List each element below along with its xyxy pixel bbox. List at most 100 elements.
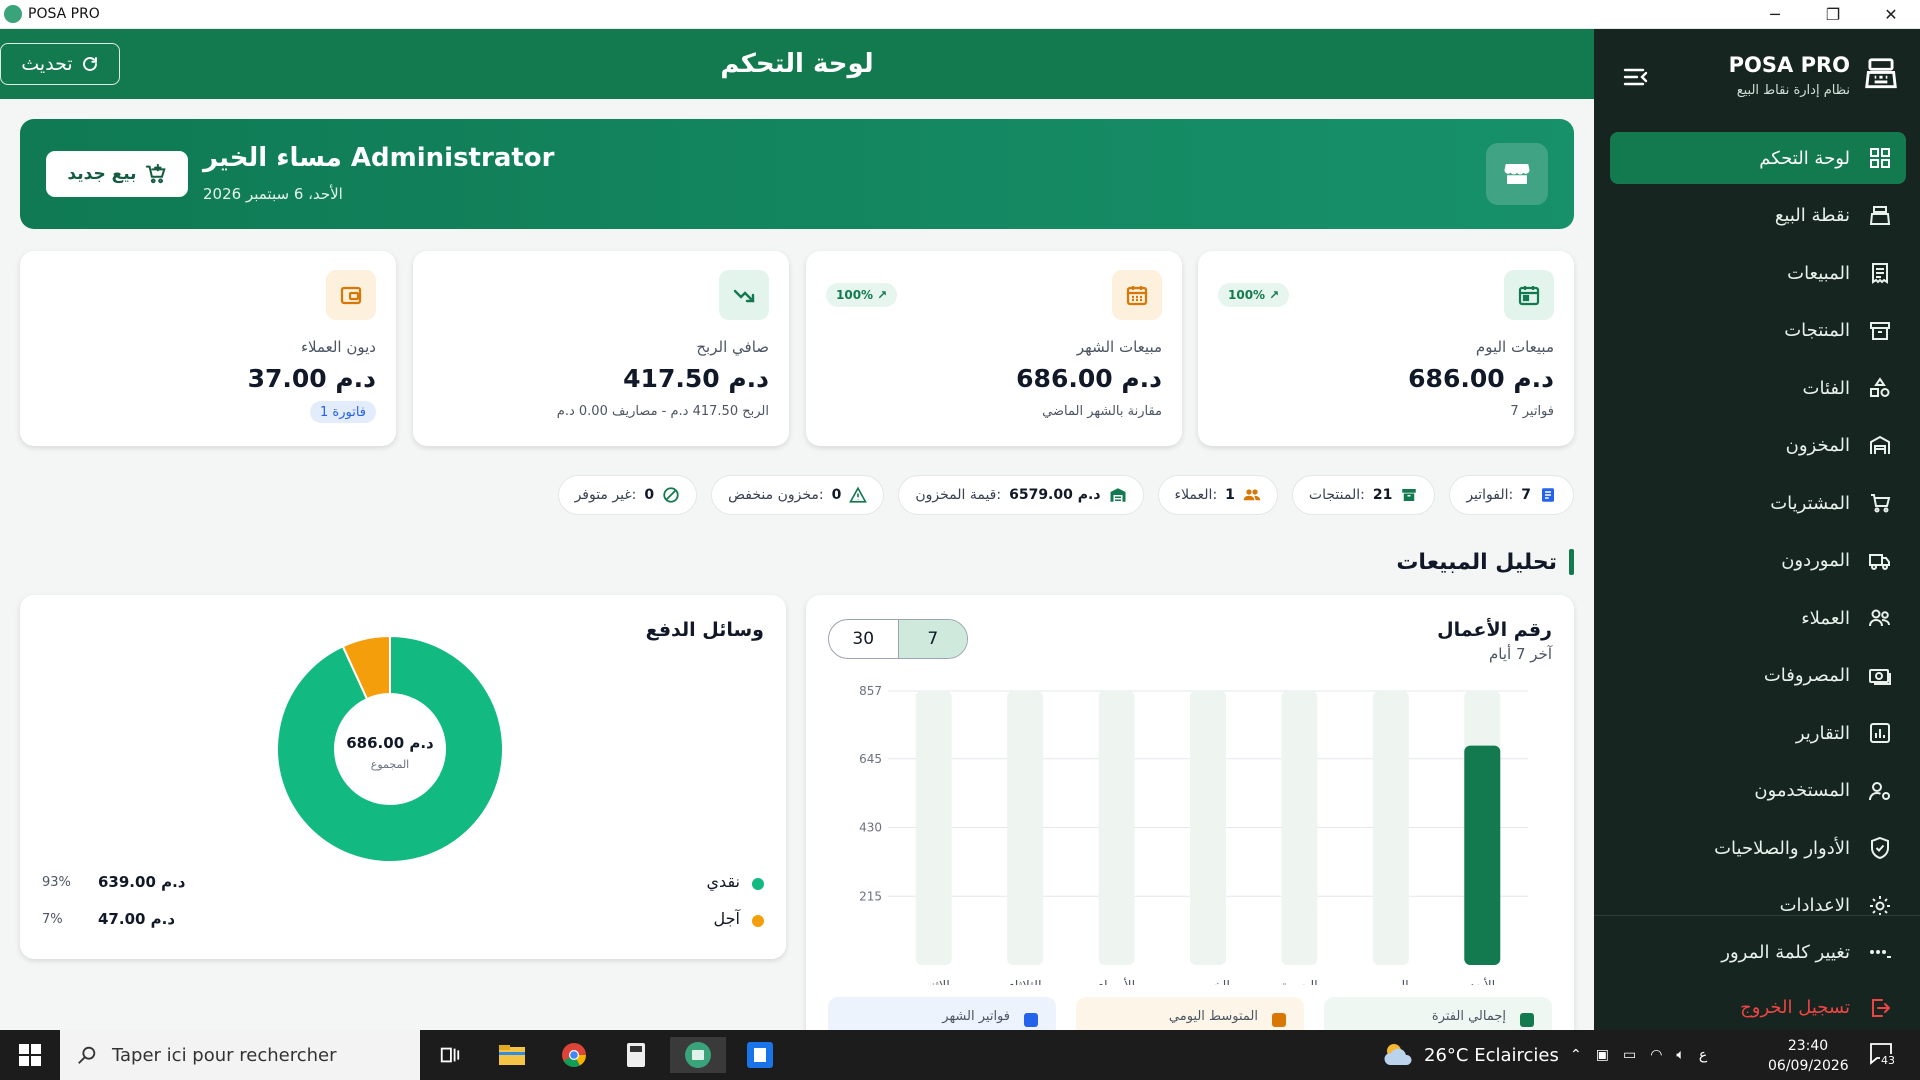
payment-donut-chart: 686.00 د.م المجموع — [276, 634, 504, 863]
wifi-icon[interactable]: ◠ — [1650, 1047, 1662, 1063]
sidebar-item-inventory[interactable]: المخزون — [1610, 420, 1906, 472]
sidebar-item-label: المصروفات — [1763, 665, 1850, 686]
file-explorer-icon[interactable] — [484, 1037, 540, 1073]
chip-inventory-value: قيمة المخزون: 6579.00 د.م — [898, 475, 1144, 515]
sidebar-nav: لوحة التحكم نقطة البيع المبيعات المنتجات… — [1610, 132, 1906, 937]
sidebar-item-label: المشتريات — [1770, 492, 1850, 514]
posa-pro-taskbar-icon[interactable] — [670, 1037, 726, 1073]
truck-icon — [1869, 553, 1890, 570]
restore-button[interactable]: ❐ — [1804, 0, 1862, 29]
metric-icon — [1024, 1013, 1038, 1027]
password-icon — [1870, 950, 1891, 958]
metric-icon — [1272, 1013, 1286, 1027]
sidebar-item-products[interactable]: المنتجات — [1610, 305, 1906, 357]
y-tick-label: 857 — [859, 684, 882, 698]
sidebar-item-label: الأدوار والصلاحيات — [1714, 837, 1850, 859]
invoice-count-badge: 1 فاتورة — [309, 401, 376, 423]
period-30-button[interactable]: 30 — [829, 620, 898, 658]
chevron-up-icon[interactable]: ⌃ — [1570, 1047, 1582, 1063]
stat-value: 417.50 د.م — [623, 364, 769, 393]
bar-track — [1281, 691, 1318, 965]
x-tick-label: الأحد — [1469, 977, 1495, 985]
volume-icon[interactable]: 🔈︎ — [1676, 1047, 1684, 1063]
notification-center-button[interactable]: 43 — [1868, 1040, 1898, 1070]
new-sale-button[interactable]: بيع جديد — [46, 151, 188, 197]
chip-customers: العملاء: 1 — [1157, 475, 1278, 515]
chip-products: المنتجات: 21 — [1291, 475, 1436, 515]
greeting-date: الأحد، 6 سبتمبر 2026 — [203, 185, 343, 203]
taskbar-clock[interactable]: 23:40 06/09/2026 — [1768, 1036, 1849, 1076]
refresh-button[interactable]: تحديث — [0, 43, 120, 85]
task-view-icon[interactable] — [422, 1037, 478, 1073]
page-title: لوحة التحكم — [720, 49, 874, 79]
stat-icon-box — [1504, 270, 1554, 320]
sidebar-item-logout[interactable]: تسجيل الخروج — [1610, 983, 1906, 1033]
sidebar-bottom-nav: تغيير كلمة المرور تسجيل الخروج — [1610, 927, 1906, 1038]
metric-month-invoices: فواتير الشهر — [828, 997, 1056, 1030]
system-tray: ⌃ ▣ ▭ ◠ 🔈︎ ع — [1570, 1030, 1707, 1080]
start-button[interactable] — [0, 1030, 60, 1080]
stat-icon-box — [326, 270, 376, 320]
sidebar-item-expenses[interactable]: المصروفات — [1610, 650, 1906, 702]
chip-label: الفواتير: — [1466, 487, 1514, 503]
sidebar-item-customers[interactable]: العملاء — [1610, 592, 1906, 644]
trend-value: 100% — [1228, 288, 1266, 302]
bar[interactable] — [1464, 745, 1501, 965]
taskbar-search[interactable]: Taper ici pour rechercher — [60, 1030, 420, 1080]
stat-subtext: الربح 417.50 د.م - مصاريف 0.00 د.م — [556, 404, 769, 419]
cart-icon — [1871, 494, 1891, 513]
weather-widget[interactable]: 26°C Eclaircies — [1382, 1030, 1559, 1080]
gear-icon — [1870, 895, 1890, 916]
period-7-button[interactable]: 7 — [897, 620, 967, 658]
sidebar-item-roles[interactable]: الأدوار والصلاحيات — [1610, 822, 1906, 874]
sidebar-item-reports[interactable]: التقارير — [1610, 707, 1906, 759]
dashboard-icon — [1870, 148, 1890, 168]
network-device-icon[interactable]: ▣ — [1596, 1047, 1609, 1063]
sidebar-item-purchases[interactable]: المشتريات — [1610, 477, 1906, 529]
brand-tagline: نظام إدارة نقاط البيع — [1736, 83, 1850, 98]
page-header: تحديث لوحة التحكم — [0, 29, 1594, 99]
sidebar-item-label: الاعدادات — [1779, 895, 1850, 916]
battery-icon[interactable]: ▭ — [1623, 1047, 1636, 1063]
sidebar-item-change-password[interactable]: تغيير كلمة المرور — [1610, 927, 1906, 977]
sidebar-item-label: تسجيل الخروج — [1740, 997, 1850, 1018]
sidebar-item-users[interactable]: المستخدمون — [1610, 765, 1906, 817]
blue-app-icon[interactable] — [732, 1037, 788, 1073]
sidebar-item-dashboard[interactable]: لوحة التحكم — [1610, 132, 1906, 184]
refresh-label: تحديث — [21, 53, 73, 75]
close-button[interactable]: ✕ — [1862, 0, 1920, 29]
chip-label: مخزون منخفض: — [728, 487, 824, 503]
payment-method-name: آجل — [713, 909, 740, 928]
sidebar-item-suppliers[interactable]: الموردون — [1610, 535, 1906, 587]
calculator-app-icon[interactable] — [608, 1037, 664, 1073]
x-tick-label: السبت — [1373, 979, 1409, 985]
trend-badge: 100% ↗ — [1218, 283, 1290, 307]
metric-period-total: إجمالي الفترة — [1324, 997, 1552, 1030]
box-icon — [1870, 321, 1890, 340]
collapse-menu-icon[interactable] — [1622, 65, 1652, 89]
chip-label: المنتجات: — [1308, 487, 1365, 503]
stat-label: مبيعات اليوم — [1475, 338, 1554, 356]
chrome-icon[interactable] — [546, 1037, 602, 1073]
warehouse-icon — [1110, 488, 1125, 502]
sidebar-item-label: المخزون — [1785, 435, 1850, 456]
clock-date: 06/09/2026 — [1768, 1058, 1849, 1074]
sidebar-item-label: العملاء — [1801, 607, 1850, 629]
x-tick-label: الاثنين — [918, 979, 950, 985]
chip-value: 0 — [644, 487, 655, 503]
metric-label: المتوسط اليومي — [1168, 1009, 1258, 1024]
sidebar-item-categories[interactable]: الفئات — [1610, 362, 1906, 414]
y-tick-label: 215 — [859, 889, 882, 903]
sidebar-item-pos[interactable]: نقطة البيع — [1610, 190, 1906, 242]
sidebar-item-label: الفئات — [1802, 377, 1850, 399]
invoice-icon — [1542, 488, 1554, 502]
minimize-button[interactable]: ─ — [1746, 0, 1804, 29]
donut-center-value: 686.00 د.م — [346, 734, 434, 752]
cart-plus-icon — [145, 163, 166, 184]
bar-track — [1098, 691, 1135, 965]
sidebar-item-sales[interactable]: المبيعات — [1610, 247, 1906, 299]
section-title-text: تحليل المبيعات — [1396, 549, 1557, 575]
input-language[interactable]: ع — [1699, 1047, 1707, 1063]
sidebar-item-label: الموردون — [1781, 550, 1850, 571]
sidebar-item-settings[interactable]: الاعدادات — [1610, 880, 1906, 932]
